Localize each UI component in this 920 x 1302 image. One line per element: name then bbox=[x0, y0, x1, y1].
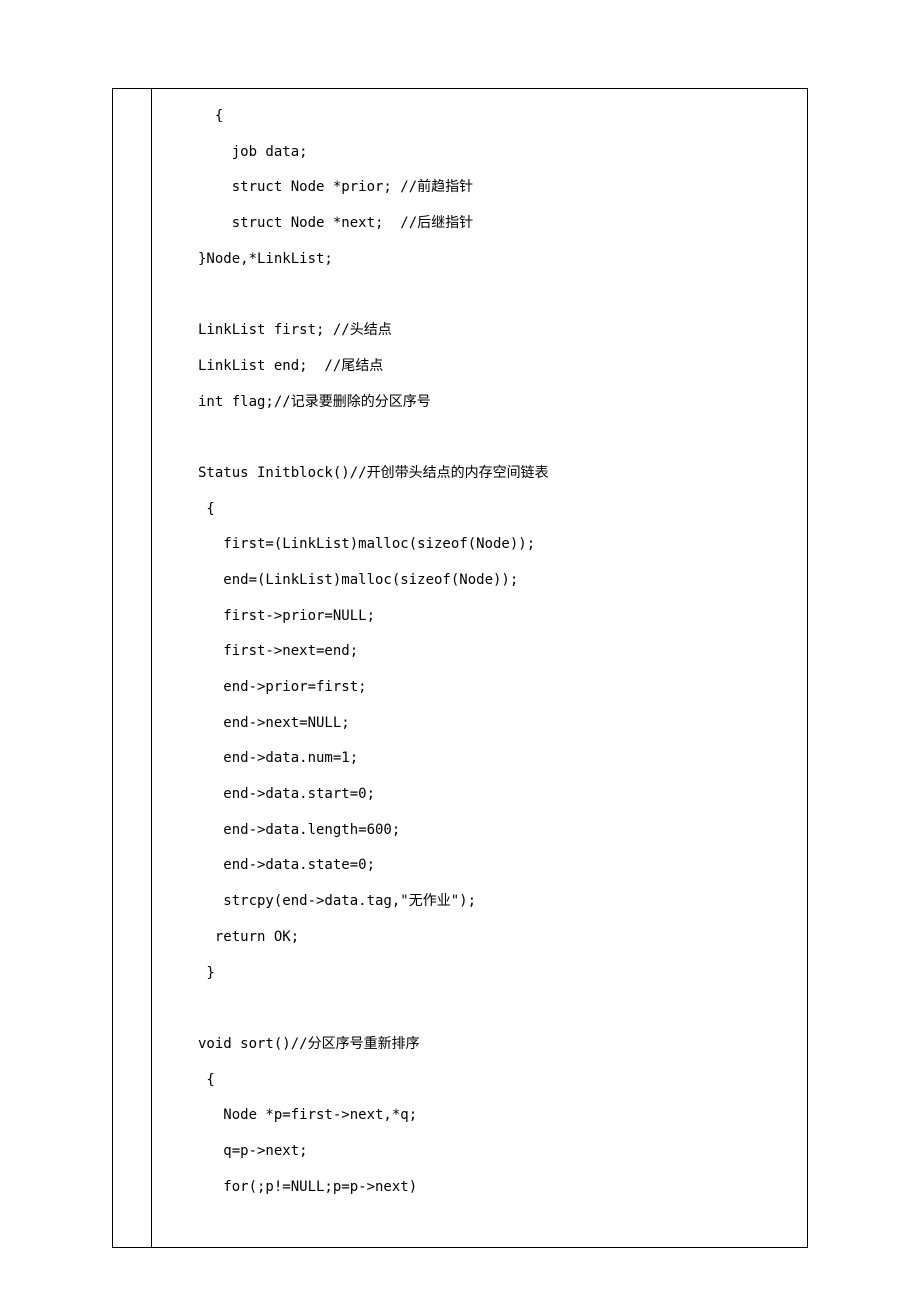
code-line: { bbox=[198, 492, 797, 528]
code-line bbox=[198, 420, 797, 456]
code-line: void sort()//分区序号重新排序 bbox=[198, 1027, 797, 1063]
code-line: struct Node *prior; //前趋指针 bbox=[198, 170, 797, 206]
code-line: LinkList first; //头结点 bbox=[198, 313, 797, 349]
code-line: end->data.state=0; bbox=[198, 848, 797, 884]
code-line: { bbox=[198, 99, 797, 135]
layout-table: { job data; struct Node *prior; //前趋指针 s… bbox=[112, 88, 808, 1248]
code-line: }Node,*LinkList; bbox=[198, 242, 797, 278]
code-line: end->prior=first; bbox=[198, 670, 797, 706]
code-cell: { job data; struct Node *prior; //前趋指针 s… bbox=[152, 89, 808, 1248]
code-line: first->prior=NULL; bbox=[198, 599, 797, 635]
code-line: LinkList end; //尾结点 bbox=[198, 349, 797, 385]
code-line: { bbox=[198, 1063, 797, 1099]
code-line: end->data.start=0; bbox=[198, 777, 797, 813]
code-line: end->data.num=1; bbox=[198, 741, 797, 777]
code-line: first=(LinkList)malloc(sizeof(Node)); bbox=[198, 527, 797, 563]
code-line: struct Node *next; //后继指针 bbox=[198, 206, 797, 242]
code-line bbox=[198, 277, 797, 313]
code-line: end->next=NULL; bbox=[198, 706, 797, 742]
code-line bbox=[198, 991, 797, 1027]
code-line: int flag;//记录要删除的分区序号 bbox=[198, 385, 797, 421]
code-line: q=p->next; bbox=[198, 1134, 797, 1170]
code-line: return OK; bbox=[198, 920, 797, 956]
code-line: Status Initblock()//开创带头结点的内存空间链表 bbox=[198, 456, 797, 492]
code-line: end->data.length=600; bbox=[198, 813, 797, 849]
document-page: { job data; struct Node *prior; //前趋指针 s… bbox=[0, 0, 920, 1302]
code-line: for(;p!=NULL;p=p->next) bbox=[198, 1170, 797, 1206]
code-line: end=(LinkList)malloc(sizeof(Node)); bbox=[198, 563, 797, 599]
code-line: first->next=end; bbox=[198, 634, 797, 670]
code-line: strcpy(end->data.tag,"无作业"); bbox=[198, 884, 797, 920]
code-line: job data; bbox=[198, 135, 797, 171]
code-line: Node *p=first->next,*q; bbox=[198, 1098, 797, 1134]
code-block: { job data; struct Node *prior; //前趋指针 s… bbox=[198, 99, 797, 1205]
code-line: } bbox=[198, 956, 797, 992]
left-margin-cell bbox=[113, 89, 152, 1248]
